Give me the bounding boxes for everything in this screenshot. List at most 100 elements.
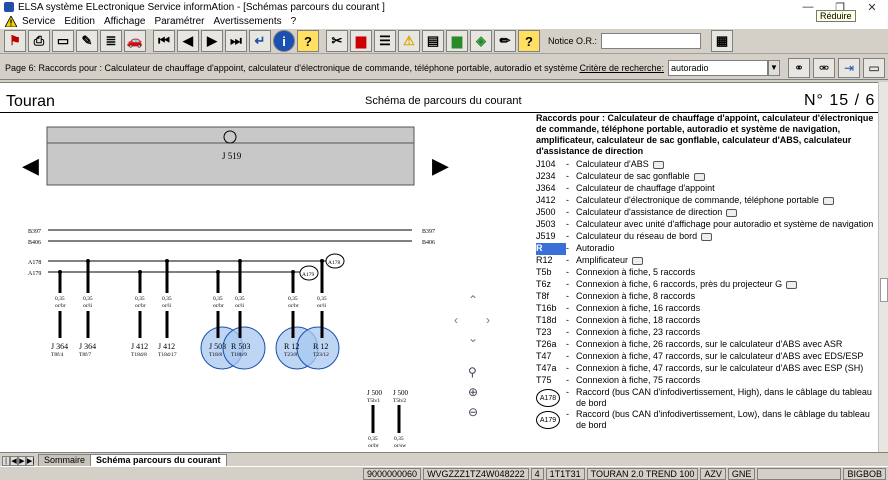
prev-page-icon[interactable]: ◀ — [177, 30, 199, 52]
edit-notes-icon[interactable]: ✏ — [494, 30, 516, 52]
legend-row: T47 - Connexion à fiche, 47 raccords, sur … — [536, 351, 874, 363]
legend-row: J412- Calculateur d'électronique de comma… — [536, 195, 874, 207]
tab-last-icon[interactable]: ▶| — [26, 456, 34, 466]
hazard-icon[interactable]: ⚠ — [398, 30, 420, 52]
tab-bar: |◀ ◀ ▶ ▶| Sommaire Schéma parcours du co… — [0, 452, 888, 475]
legend-code: R — [536, 243, 566, 255]
tab-first-icon[interactable]: |◀ — [2, 456, 10, 475]
notice-input[interactable] — [601, 33, 702, 49]
car-parts-icon[interactable]: ◈ — [470, 30, 492, 52]
tab-sommaire[interactable]: Sommaire — [38, 454, 92, 466]
menu-help[interactable]: ? — [291, 16, 297, 27]
next-page-icon[interactable]: ▶ — [201, 30, 223, 52]
tab-prev-icon[interactable]: ◀ — [10, 456, 18, 466]
legend-code: J104 — [536, 159, 556, 169]
legend-desc: Connexion à fiche, 16 raccords — [576, 303, 874, 315]
camera-icon[interactable] — [822, 196, 834, 205]
menu-service[interactable]: Service — [22, 16, 55, 27]
legend-desc: Calculateur d'électronique de commande, … — [576, 195, 874, 207]
status-code: 4 — [530, 467, 544, 480]
insert-icon[interactable]: ⇥ — [838, 57, 860, 78]
legend-row: T23 - Connexion à fiche, 23 raccords — [536, 327, 874, 339]
help-icon[interactable]: ? — [297, 30, 319, 52]
legend-row: T5b - Connexion à fiche, 5 raccords — [536, 267, 874, 279]
zoom-fit-icon[interactable]: ⚲ — [468, 365, 477, 379]
tab-schema[interactable]: Schéma parcours du courant — [90, 454, 227, 466]
vehicle-icon[interactable]: 🚗 — [124, 30, 146, 52]
legend-code: R12 — [536, 255, 553, 265]
status-type: 1T1T31 — [545, 467, 585, 480]
zoom-out-icon[interactable]: ⊖ — [468, 405, 478, 419]
component-label: R 12 — [313, 342, 328, 351]
menu-avertissements[interactable]: Avertissements — [213, 16, 281, 27]
notice-label: Notice O.R.: — [548, 36, 598, 46]
menu-affichage[interactable]: Affichage — [104, 16, 146, 27]
pan-up-icon[interactable]: ⌃ — [468, 293, 478, 307]
zoom-in-icon[interactable]: ⊕ — [468, 385, 478, 399]
close-document-icon[interactable]: ▭ — [863, 57, 885, 78]
book-icon[interactable]: ▆ — [350, 30, 372, 52]
component-label: J 503 — [209, 342, 226, 351]
legend-code: T6z — [536, 279, 552, 289]
menu-edition[interactable]: Edition — [64, 16, 95, 27]
pin-label: T23/12 — [313, 352, 329, 358]
warning-icon — [5, 15, 17, 27]
next-diagram-arrow[interactable]: ▶ — [432, 153, 449, 179]
question-icon[interactable]: ? — [518, 30, 540, 52]
edit-document-icon[interactable]: ✎ — [76, 30, 98, 52]
pan-left-icon[interactable]: ‹ — [454, 313, 458, 327]
legend-desc-text: Connexion à fiche, 6 raccords, près du p… — [576, 279, 783, 289]
rail-label-a178: A178 — [28, 260, 41, 266]
camera-icon[interactable] — [726, 208, 738, 217]
scrollbar-thumb[interactable] — [880, 278, 888, 302]
first-page-icon[interactable]: ⏮ — [153, 30, 175, 52]
info-icon[interactable]: i — [273, 30, 295, 52]
new-document-icon[interactable]: ▭ — [52, 30, 74, 52]
prev-diagram-arrow[interactable]: ◀ — [22, 153, 39, 179]
pin-label: T18d/8 — [131, 352, 147, 358]
tools-icon[interactable]: ✂ — [326, 30, 348, 52]
legend-desc-text: Calculateur de chauffage d'appoint — [576, 183, 715, 193]
binoculars-next-icon[interactable]: ⚮ — [813, 57, 835, 78]
legend-dash: - — [566, 387, 569, 397]
close-button[interactable]: ✕ — [856, 0, 888, 14]
wire-color: or/br — [135, 303, 146, 309]
print-icon[interactable]: ⎙ — [28, 30, 50, 52]
legend-code: T18d — [536, 315, 557, 325]
camera-icon[interactable] — [786, 280, 798, 289]
camera-icon[interactable] — [693, 172, 705, 181]
legend-desc-text: Connexion à fiche, 47 raccords, sur le c… — [576, 363, 864, 373]
legend-code: J519 — [536, 231, 556, 241]
document-list-icon[interactable]: ≣ — [100, 30, 122, 52]
legend-desc-text: Calculateur d'ABS — [576, 159, 649, 169]
exit-icon[interactable]: ⚑ — [4, 30, 26, 52]
camera-icon[interactable] — [701, 232, 713, 241]
search-dropdown-icon[interactable]: ▼ — [768, 59, 780, 76]
legend-code: T47a — [536, 363, 557, 373]
diagram-icon[interactable]: ▤ — [422, 30, 444, 52]
legend-code: T8f — [536, 291, 550, 301]
last-page-icon[interactable]: ⏭ — [225, 30, 247, 52]
return-icon[interactable]: ↵ — [249, 30, 271, 52]
camera-icon[interactable] — [632, 256, 644, 265]
list-icon[interactable]: ☰ — [374, 30, 396, 52]
pan-down-icon[interactable]: ⌄ — [468, 331, 478, 345]
rail-label-b406-right: B406 — [422, 240, 435, 246]
wire-size: 0,35 — [213, 296, 223, 302]
legend-desc-text: Autoradio — [576, 243, 615, 253]
green-book-icon[interactable]: ▆ — [446, 30, 468, 52]
pan-right-icon[interactable]: › — [486, 313, 490, 327]
binoculars-icon[interactable]: ⚭ — [788, 57, 810, 78]
search-input[interactable]: autoradio — [668, 59, 768, 76]
wire-size: 0,35 — [235, 296, 245, 302]
legend-desc-text: Calculateur de sac gonflable — [576, 171, 690, 181]
camera-icon[interactable] — [652, 160, 664, 169]
legend-dash: - — [566, 267, 569, 277]
tab-next-icon[interactable]: ▶ — [18, 456, 26, 466]
wire-color: or/br — [213, 303, 224, 309]
menu-bar: Service Edition Affichage Paramétrer Ave… — [0, 14, 888, 28]
calendar-icon[interactable]: ▦ — [711, 30, 734, 52]
vertical-scrollbar[interactable] — [878, 82, 888, 452]
menu-parametrer[interactable]: Paramétrer — [154, 16, 204, 27]
legend-desc: Calculateur de chauffage d'appoint — [576, 183, 874, 195]
